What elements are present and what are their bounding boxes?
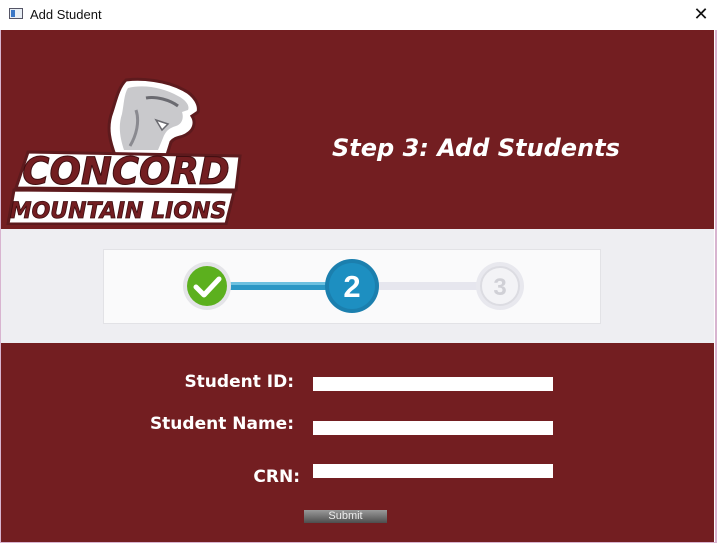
step-title: Step 3: Add Students: [332, 134, 620, 162]
connector-2-3: [374, 282, 484, 290]
submit-button[interactable]: Submit: [304, 510, 387, 523]
title-bar: Add Student ✕: [0, 0, 717, 30]
student-id-label: Student ID:: [184, 372, 294, 392]
close-button[interactable]: ✕: [685, 0, 717, 30]
student-name-input[interactable]: [313, 421, 553, 435]
logo-text-mountain-lions: MOUNTAIN LIONS: [10, 199, 227, 224]
crn-label: CRN:: [253, 467, 300, 487]
connector-1-2-highlight: [230, 282, 330, 285]
progress-card: 2 3: [103, 249, 601, 324]
student-id-input[interactable]: [313, 377, 553, 391]
student-name-label: Student Name:: [149, 414, 294, 434]
concord-mountain-lions-logo: CONCORD MOUNTAIN LIONS: [6, 77, 242, 225]
step-3-pending: 3: [476, 262, 524, 310]
app-window-icon: [9, 8, 23, 19]
step-progress-indicator: 2 3: [183, 259, 524, 313]
step-3-number: 3: [493, 274, 506, 301]
step-1-complete: [183, 262, 231, 310]
logo-text-concord: CONCORD: [22, 150, 229, 193]
step-2-number: 2: [343, 269, 360, 304]
crn-input[interactable]: [313, 464, 553, 478]
window-title: Add Student: [30, 7, 102, 22]
step-2-current: 2: [325, 259, 379, 313]
